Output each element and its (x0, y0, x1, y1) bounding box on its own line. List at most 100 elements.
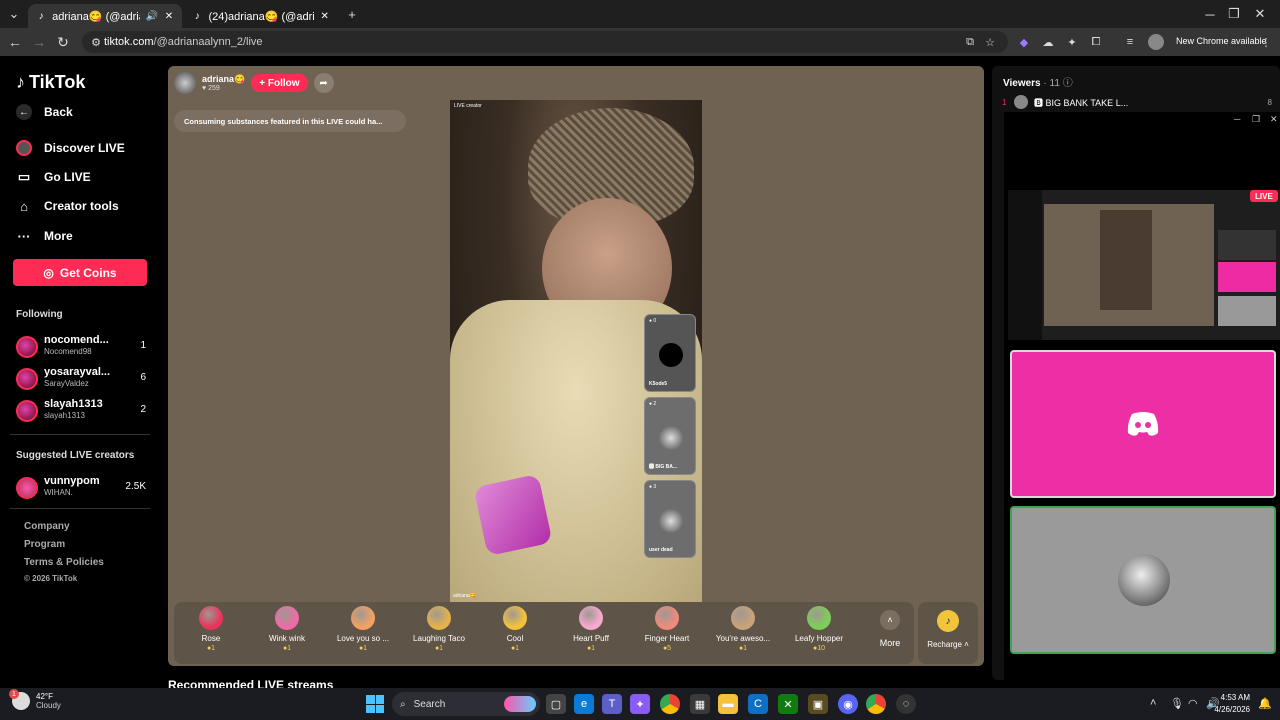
gift-item[interactable]: Heart Puff ●1 (554, 606, 628, 652)
suggested-item[interactable]: vunnypom WIHAN. 2.5K (16, 475, 146, 503)
gift-label: Laughing Taco (413, 634, 465, 643)
footer-company[interactable]: Company (24, 521, 70, 532)
reading-list-icon[interactable]: ≡ (1122, 34, 1138, 50)
share-icon[interactable]: ➦ (313, 73, 334, 93)
nav-more[interactable]: ··· More (16, 228, 73, 244)
maximize-icon[interactable]: ❐ (1252, 114, 1260, 125)
edge-icon[interactable]: e (574, 694, 594, 714)
start-button[interactable] (366, 695, 384, 713)
following-item[interactable]: yosarayval... SarayValdez 6 (16, 366, 146, 394)
gifts-more-button[interactable]: ˄ More (870, 610, 910, 648)
tab-active[interactable]: ♪ adriana😋 (@adrianaalynn 🔊 ✕ (28, 4, 182, 28)
viewer-row[interactable]: 1 🅱 BIG BANK TAKE L... 8 (1002, 94, 1272, 110)
extensions-puzzle-icon[interactable]: ⧠ (1088, 34, 1104, 50)
tab-search-icon[interactable]: ⌄ (0, 0, 28, 28)
tab-inactive[interactable]: ♪ (24)adriana😋 (@adrianaalynn ✕ (184, 4, 338, 28)
popout-window: ─ ❐ ✕ LIVE (1004, 112, 1280, 688)
task-view-icon[interactable]: ▢ (546, 694, 566, 714)
thumbnail-video (1100, 210, 1152, 310)
xbox-icon[interactable]: ✕ (778, 694, 798, 714)
app-icon[interactable]: ◌ (896, 694, 916, 714)
chrome-menu-icon[interactable]: ⋮ (1258, 34, 1274, 50)
gift-item[interactable]: Wink wink ●1 (250, 606, 324, 652)
reload-icon[interactable]: ↻ (52, 32, 74, 52)
profile-avatar[interactable] (1148, 34, 1164, 50)
footer-terms[interactable]: Terms & Policies (24, 557, 104, 568)
host-avatar[interactable] (174, 72, 196, 94)
chrome-icon[interactable] (866, 694, 886, 714)
back-arrow-icon[interactable]: ← (4, 32, 26, 52)
gift-item[interactable]: Rose ●1 (174, 606, 248, 652)
gift-item[interactable]: Love you so ... ●1 (326, 606, 400, 652)
gift-price: ●1 (206, 645, 216, 652)
search-highlight-icon (504, 696, 536, 712)
footer-program[interactable]: Program (24, 539, 65, 550)
close-icon[interactable]: ✕ (1270, 114, 1278, 125)
site-info-icon[interactable]: ⚙ (88, 34, 104, 50)
get-coins-button[interactable]: ◎ Get Coins (13, 259, 147, 286)
nav-creator-tools[interactable]: ⌂ Creator tools (16, 198, 119, 214)
gift-label: You're aweso... (715, 634, 771, 643)
speaker-icon[interactable]: 🔊 (146, 10, 158, 22)
guest-tile[interactable]: ● 0 K5ode5 (644, 314, 696, 392)
nav-go-live[interactable]: ▭ Go LIVE (16, 169, 91, 185)
following-item[interactable]: nocomend... Nocomend98 1 (16, 334, 146, 362)
close-tab-icon[interactable]: ✕ (320, 10, 331, 22)
browser-toolbar: ← → ↻ tiktok.com/@adrianaalynn_2/live ⚙ … (0, 28, 1280, 56)
follow-button[interactable]: + Follow (251, 74, 308, 92)
close-tab-icon[interactable]: ✕ (164, 10, 174, 22)
taskbar-search[interactable]: ⌕ Search (392, 692, 540, 716)
tiktok-logo[interactable]: ♪ TikTok (16, 72, 85, 93)
copilot-icon[interactable]: ✦ (630, 694, 650, 714)
teams-icon[interactable]: T (602, 694, 622, 714)
close-window-icon[interactable]: ✕ (1240, 0, 1280, 28)
recharge-button[interactable]: ♪ Recharge ˄ (918, 602, 978, 664)
notification-bell-icon[interactable]: 🔔 (1258, 697, 1272, 710)
guest-tile[interactable]: ● 3 user dead (644, 480, 696, 558)
microphone-icon[interactable]: 🎙 (1170, 697, 1184, 710)
extension-icon[interactable]: ◆ (1016, 34, 1032, 50)
discord-icon (1127, 412, 1159, 436)
gift-item[interactable]: You're aweso... ●1 (706, 606, 780, 652)
file-explorer-icon[interactable]: ▬ (718, 694, 738, 714)
guest-tile[interactable]: ● 2 🅱 BIG BA... (644, 397, 696, 475)
wifi-icon[interactable]: ◠ (1188, 697, 1198, 710)
guest-avatar (659, 343, 683, 367)
participant-tile[interactable] (1010, 506, 1276, 654)
gift-item[interactable]: Laughing Taco ●1 (402, 606, 476, 652)
chrome-icon[interactable] (660, 694, 680, 714)
screen-share-thumbnail[interactable]: LIVE (1008, 190, 1280, 340)
new-chrome-available[interactable]: New Chrome available (1176, 36, 1267, 46)
following-item[interactable]: slayah1313 slayah1313 2 (16, 398, 146, 426)
back-nav[interactable]: ← Back (16, 104, 73, 120)
clock[interactable]: 4:53 AM 4/26/2026 (1200, 692, 1250, 716)
app-icon[interactable]: C (748, 694, 768, 714)
new-tab-icon[interactable]: + (340, 0, 364, 28)
weather-widget[interactable]: 1 42°F Cloudy (9, 689, 61, 710)
chevron-up-icon: ˄ (880, 610, 900, 630)
game-icon[interactable]: ▣ (808, 694, 828, 714)
gift-item[interactable]: Finger Heart ●5 (630, 606, 704, 652)
more-dots-icon: ··· (17, 228, 31, 244)
gift-icon (351, 606, 375, 630)
host-info[interactable]: adriana😋 ♥ 259 (202, 74, 245, 92)
extension-icon[interactable]: ✦ (1064, 34, 1080, 50)
open-in-app-icon[interactable]: ⧉ (962, 34, 978, 50)
avatar (1014, 95, 1028, 109)
discord-icon[interactable]: ◉ (838, 694, 858, 714)
following-name: slayah1313 (44, 398, 103, 410)
nav-label: Discover LIVE (44, 141, 125, 155)
gift-item[interactable]: Cool ●1 (478, 606, 552, 652)
extension-icon[interactable]: ☁ (1040, 34, 1056, 50)
forward-arrow-icon[interactable]: → (28, 32, 50, 52)
chevron-up-icon[interactable]: ˄ (1150, 697, 1156, 709)
discord-tile[interactable] (1010, 350, 1276, 498)
info-icon[interactable]: ⓘ (1063, 78, 1073, 89)
substance-warning[interactable]: Consuming substances featured in this LI… (174, 110, 406, 132)
store-icon[interactable]: ▦ (690, 694, 710, 714)
bookmark-star-icon[interactable]: ☆ (982, 34, 998, 50)
nav-discover-live[interactable]: Discover LIVE (16, 140, 125, 156)
address-bar[interactable]: tiktok.com/@adrianaalynn_2/live (82, 31, 1008, 53)
gift-item[interactable]: Leafy Hopper ●10 (782, 606, 856, 652)
minimize-icon[interactable]: ─ (1234, 114, 1240, 124)
